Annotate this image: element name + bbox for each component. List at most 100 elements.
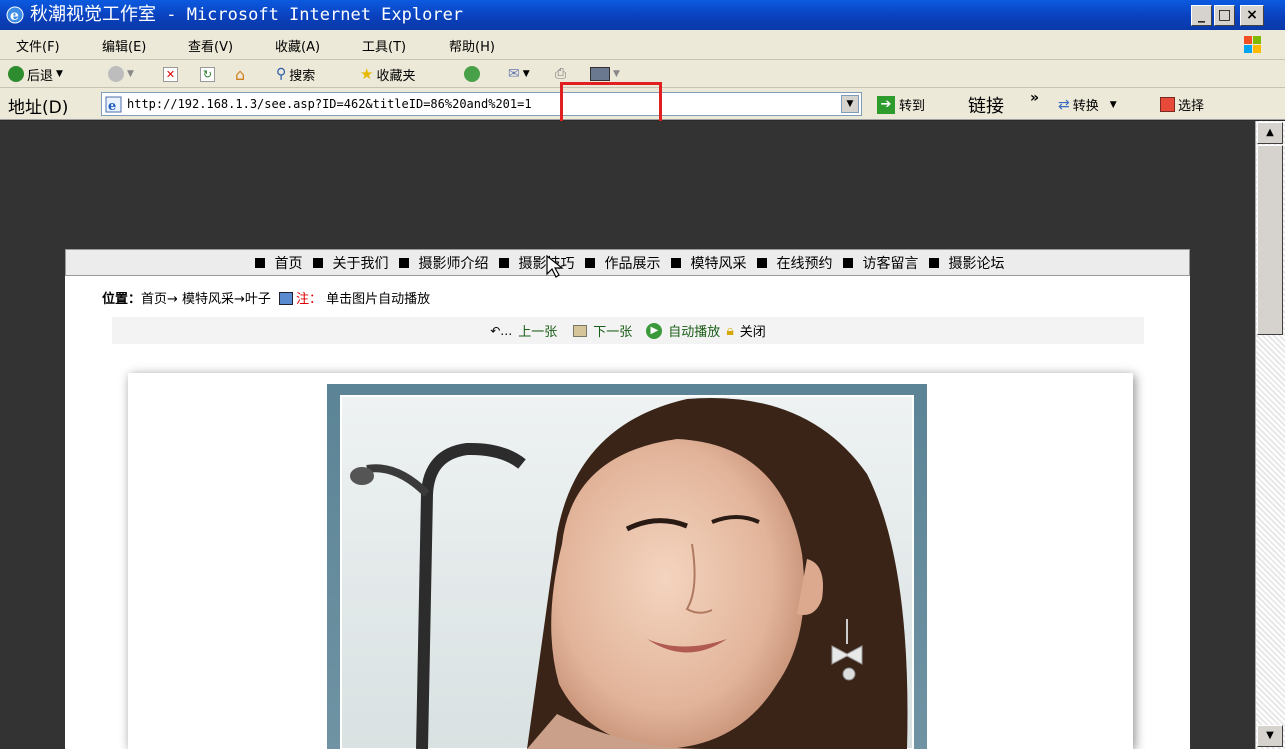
- scroll-thumb[interactable]: [1257, 145, 1283, 335]
- nav-bullet: [498, 257, 509, 268]
- convert-dropdown-icon: ▼: [1109, 99, 1117, 110]
- star-icon: ★: [360, 65, 374, 83]
- close-link[interactable]: 关闭: [740, 321, 766, 340]
- windows-logo-icon: [1244, 36, 1261, 53]
- breadcrumb: 位置：首页→ 模特风采→叶子 注： 单击图片自动播放: [102, 288, 430, 307]
- address-label: 地址(D): [8, 98, 69, 118]
- print-icon: ⎙: [555, 66, 567, 82]
- nav-photographers[interactable]: 摄影师介绍: [419, 253, 489, 273]
- nav-bullet: [254, 257, 265, 268]
- menu-favorites[interactable]: 收藏(A): [275, 36, 320, 55]
- mail-button[interactable]: ✉ ▼: [508, 64, 530, 84]
- close-button[interactable]: ×: [1240, 5, 1264, 26]
- menu-bar: 文件(F) 编辑(E) 查看(V) 收藏(A) 工具(T) 帮助(H): [0, 30, 1285, 60]
- menu-view[interactable]: 查看(V): [188, 36, 233, 55]
- window-title-bar: e 秋潮视觉工作室 - Microsoft Internet Explorer …: [0, 0, 1285, 30]
- address-input[interactable]: e http://192.168.1.3/see.asp?ID=462&titl…: [101, 92, 862, 116]
- links-label[interactable]: 链接: [968, 92, 1004, 118]
- nav-about[interactable]: 关于我们: [333, 253, 389, 273]
- nav-bullet: [312, 257, 323, 268]
- convert-button[interactable]: ⇄ 转换 ▼: [1058, 95, 1117, 115]
- nav-booking[interactable]: 在线预约: [777, 253, 833, 273]
- autoplay-button[interactable]: 自动播放: [668, 321, 720, 340]
- menu-edit[interactable]: 编辑(E): [102, 36, 146, 55]
- next-icon: [573, 324, 588, 337]
- search-button[interactable]: ⚲ 搜索: [276, 64, 315, 84]
- back-arrow-icon: [8, 66, 24, 82]
- portrait-image: [340, 395, 914, 749]
- prev-button[interactable]: 上一张: [518, 321, 557, 340]
- page-icon: e: [105, 96, 122, 113]
- menu-tools[interactable]: 工具(T): [362, 36, 406, 55]
- convert-label: 转换: [1072, 99, 1099, 114]
- note-text: 单击图片自动播放: [326, 292, 431, 307]
- autoplay-icon: ▶: [646, 322, 663, 339]
- nav-guestbook[interactable]: 访客留言: [863, 253, 919, 273]
- go-button[interactable]: ➔ 转到: [877, 95, 925, 114]
- forward-button[interactable]: ▼: [108, 64, 134, 84]
- svg-text:e: e: [10, 8, 19, 24]
- back-label: 后退: [27, 68, 54, 84]
- site-nav: 首页 关于我们 摄影师介绍 摄影技巧 作品展示 模特风采 在线预约 访客留言 摄…: [65, 249, 1190, 276]
- home-button[interactable]: ⌂: [235, 64, 245, 84]
- model-photo[interactable]: [327, 384, 927, 749]
- prev-icon: ↶…: [490, 323, 513, 338]
- window-title: 秋潮视觉工作室 - Microsoft Internet Explorer: [30, 3, 463, 27]
- nav-bullet: [670, 257, 681, 268]
- nav-bullet: [398, 257, 409, 268]
- next-button[interactable]: 下一张: [593, 321, 632, 340]
- maximize-button[interactable]: □: [1214, 5, 1235, 26]
- back-dropdown-icon: ▼: [56, 69, 63, 79]
- go-label: 转到: [899, 99, 926, 114]
- location-label: 位置：: [102, 292, 142, 307]
- note-icon: [278, 292, 293, 305]
- refresh-icon: ↻: [200, 66, 215, 82]
- menu-file[interactable]: 文件(F): [16, 36, 60, 55]
- refresh-button[interactable]: ↻: [200, 64, 215, 84]
- lock-icon: 🔒︎: [726, 322, 734, 339]
- select-button[interactable]: 选择: [1160, 95, 1204, 114]
- forward-arrow-icon: [108, 66, 124, 82]
- mail-icon: ✉: [508, 66, 520, 82]
- home-icon: ⌂: [235, 64, 246, 84]
- scroll-down-button[interactable]: ▼: [1257, 725, 1283, 747]
- edit-button[interactable]: ▼: [590, 64, 620, 84]
- favorites-button[interactable]: ★ 收藏夹: [360, 64, 415, 84]
- address-dropdown-button[interactable]: ▼: [841, 95, 859, 113]
- nav-bullet: [756, 257, 767, 268]
- stop-button[interactable]: ✕: [163, 64, 178, 84]
- back-button[interactable]: 后退 ▼: [8, 64, 63, 84]
- nav-bullet: [928, 257, 939, 268]
- go-arrow-icon: ➔: [877, 95, 895, 114]
- slideshow-controls: ↶… 上一张 下一张 ▶ 自动播放 🔒︎ 关闭: [112, 317, 1144, 344]
- minimize-button[interactable]: _: [1191, 5, 1212, 26]
- print-button[interactable]: ⎙: [555, 64, 566, 84]
- nav-works[interactable]: 作品展示: [605, 253, 661, 273]
- vertical-scrollbar[interactable]: ▲ ▼: [1255, 121, 1285, 749]
- menu-help[interactable]: 帮助(H): [449, 36, 495, 55]
- internet-explorer-icon: e: [6, 6, 24, 24]
- history-icon: [464, 66, 480, 82]
- edit-dropdown-icon: ▼: [613, 69, 620, 79]
- search-icon: ⚲: [276, 66, 287, 82]
- links-more-button[interactable]: »: [1030, 90, 1039, 106]
- window-title-text: 秋潮视觉工作室: [30, 4, 156, 25]
- window-title-suffix: - Microsoft Internet Explorer: [156, 5, 464, 25]
- stop-icon: ✕: [163, 66, 178, 82]
- mail-dropdown-icon: ▼: [522, 69, 530, 79]
- favorites-label: 收藏夹: [376, 68, 416, 84]
- select-icon: [1160, 97, 1175, 112]
- nav-home[interactable]: 首页: [275, 253, 303, 273]
- nav-models[interactable]: 模特风采: [691, 253, 747, 273]
- website-body: 首页 关于我们 摄影师介绍 摄影技巧 作品展示 模特风采 在线预约 访客留言 摄…: [65, 249, 1190, 749]
- scroll-up-button[interactable]: ▲: [1257, 122, 1283, 144]
- note-label: 注：: [295, 292, 322, 307]
- svg-text:e: e: [108, 99, 116, 113]
- address-url: http://192.168.1.3/see.asp?ID=462&titleI…: [127, 97, 532, 111]
- forward-dropdown-icon: ▼: [127, 69, 134, 79]
- edit-icon: [590, 67, 610, 81]
- nav-forum[interactable]: 摄影论坛: [949, 253, 1005, 273]
- url-highlight-box: [560, 82, 662, 126]
- history-button[interactable]: [464, 64, 480, 84]
- convert-icon: ⇄: [1058, 96, 1070, 113]
